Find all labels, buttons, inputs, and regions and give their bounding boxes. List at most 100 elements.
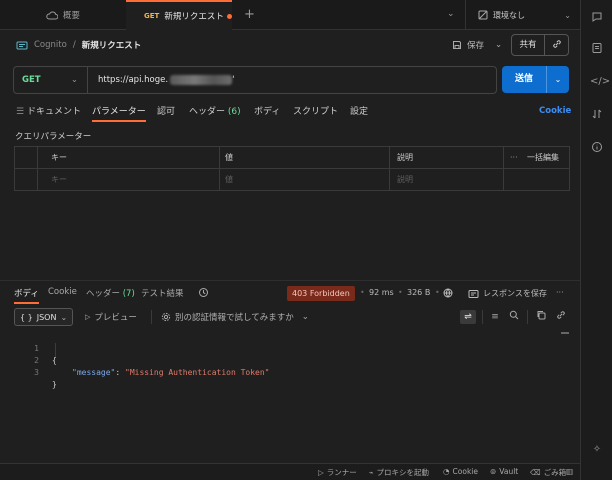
format-chevron-down-icon: ⌄ — [60, 312, 68, 322]
more-options-icon[interactable]: ··· — [510, 147, 518, 169]
bulk-edit-button[interactable]: 一括編集 — [527, 147, 559, 169]
param-key-input[interactable]: キー — [51, 169, 67, 191]
network-globe-icon[interactable] — [443, 288, 453, 300]
vault-button[interactable]: ⊚ Vault — [490, 467, 518, 476]
response-tab-body[interactable]: ボディ — [14, 287, 39, 304]
breadcrumb-request-name[interactable]: 新規リクエスト — [82, 39, 142, 51]
method-label: GET — [22, 75, 41, 85]
wrap-lines-icon[interactable]: ⇌ — [460, 310, 476, 324]
url-bar: GET ⌄ https://api.hoge. ' — [13, 66, 497, 94]
trash-icon: ⌫ — [530, 468, 541, 477]
response-more-icon[interactable]: ··· — [556, 288, 564, 297]
breadcrumb: Cognito / 新規リクエスト — [16, 37, 141, 53]
try-other-auth-label: 別の認証情報で試してみますか — [175, 313, 294, 323]
response-divider[interactable] — [0, 280, 580, 281]
tab-documentation[interactable]: ☰ ドキュメント — [16, 104, 81, 117]
save-button-label: 保存 — [467, 41, 485, 51]
breadcrumb-separator: / — [72, 40, 76, 50]
preview-button[interactable]: ▷ プレビュー — [85, 311, 137, 323]
response-time[interactable]: 92 ms — [369, 288, 394, 297]
tab-scripts[interactable]: スクリプト — [293, 104, 338, 117]
sync-icon[interactable] — [590, 108, 604, 122]
filter-icon[interactable]: ≡ — [488, 310, 502, 324]
tab-new-request[interactable]: GET 新規リクエスト — [126, 0, 232, 30]
code-text: } — [52, 380, 57, 389]
copy-link-icon[interactable] — [545, 39, 568, 52]
url-text-suffix: ' — [232, 75, 235, 85]
environment-selector[interactable]: 環境なし ⌄ — [465, 0, 577, 30]
try-other-auth-button[interactable]: 別の認証情報で試してみますか ⌄ — [161, 311, 309, 323]
tab-authorization-label: 認可 — [157, 107, 176, 117]
http-request-icon — [16, 41, 28, 49]
start-proxy-button[interactable]: ⌁ プロキシを起動 — [369, 467, 429, 478]
code-line: 1 { — [14, 331, 57, 365]
method-chevron-down-icon: ⌄ — [70, 75, 78, 85]
save-response-button[interactable]: レスポンスを保存 — [468, 288, 547, 299]
cookie-link[interactable]: Cookie — [539, 106, 571, 116]
response-size[interactable]: 326 B — [407, 288, 430, 297]
share-button[interactable]: 共有 — [512, 35, 545, 55]
documentation-icon[interactable] — [590, 42, 604, 56]
tab-headers-count: (6) — [227, 107, 241, 117]
response-tab-test-results[interactable]: テスト結果 — [141, 287, 184, 299]
col-description-header: 説明 — [397, 153, 413, 162]
tabs-chevron-down-icon[interactable]: ⌄ — [447, 9, 455, 19]
tab-headers[interactable]: ヘッダー (6) — [189, 104, 241, 117]
request-tabs: ☰ ドキュメント パラメーター 認可 ヘッダー (6) ボディ スクリプト 設定 — [16, 104, 516, 124]
response-format-select[interactable]: { } JSON ⌄ — [14, 308, 73, 326]
tab-params[interactable]: パラメーター — [92, 104, 146, 122]
tab-settings-label: 設定 — [350, 107, 369, 117]
param-description-input[interactable]: 説明 — [397, 169, 413, 191]
cookie-icon: ◔ — [443, 467, 450, 476]
tab-body[interactable]: ボディ — [254, 104, 280, 117]
trash-button[interactable]: ⌫ ごみ箱 — [530, 467, 566, 478]
copy-icon[interactable] — [534, 310, 548, 324]
status-bar: ▷ ランナー ⌁ プロキシを起動 ◔ Cookie ⊚ Vault ⌫ ごみ箱 … — [0, 463, 580, 480]
save-chevron-down-icon[interactable]: ⌄ — [495, 40, 502, 50]
right-sidebar: </> ✧ — [580, 0, 612, 480]
play-icon: ▷ — [85, 313, 91, 321]
breadcrumb-collection[interactable]: Cognito — [34, 40, 67, 50]
comments-icon[interactable] — [590, 11, 604, 25]
tab-settings[interactable]: 設定 — [350, 104, 368, 117]
runner-label: ランナー — [326, 468, 357, 477]
tab-overview[interactable]: 概要 — [46, 0, 80, 30]
response-tab-headers[interactable]: ヘッダー (7) — [86, 287, 135, 299]
response-tab-cookie[interactable]: Cookie — [48, 287, 77, 297]
settings-gear-icon — [161, 312, 171, 322]
save-icon — [453, 41, 461, 49]
json-colon: : — [115, 368, 125, 377]
code-icon[interactable]: </> — [590, 75, 610, 89]
editor-scrollbar[interactable] — [561, 332, 569, 334]
url-input[interactable]: https://api.hoge. ' — [88, 75, 234, 85]
runner-button[interactable]: ▷ ランナー — [318, 467, 357, 478]
method-select[interactable]: GET ⌄ — [14, 67, 88, 93]
tab-new-request-label: 新規リクエスト — [164, 12, 224, 22]
statusbar-cookie-button[interactable]: ◔ Cookie — [443, 467, 478, 476]
tab-authorization[interactable]: 認可 — [157, 104, 175, 117]
layout-icon[interactable]: ▥ — [566, 467, 573, 476]
new-tab-plus-icon[interactable]: + — [244, 8, 255, 21]
response-tab-body-label: ボディ — [14, 289, 39, 299]
response-link-icon[interactable] — [554, 310, 568, 324]
trash-label: ごみ箱 — [543, 468, 567, 477]
status-badge[interactable]: 403 Forbidden — [287, 286, 355, 301]
search-icon[interactable] — [507, 310, 521, 324]
code-text: "message": "Missing Authentication Token… — [72, 367, 270, 379]
save-button[interactable]: 保存 ⌄ — [452, 36, 502, 54]
param-value-input[interactable]: 値 — [225, 169, 233, 191]
send-button[interactable]: 送信 — [502, 66, 547, 93]
environment-chevron-down-icon: ⌄ — [564, 10, 571, 20]
vault-label: Vault — [499, 467, 519, 476]
tab-body-label: ボディ — [254, 107, 281, 117]
tab-headers-label: ヘッダー — [189, 107, 226, 117]
ai-assistant-icon[interactable]: ✧ — [590, 443, 604, 457]
no-environment-icon — [478, 10, 488, 20]
vault-icon: ⊚ — [490, 467, 497, 476]
history-icon[interactable] — [198, 287, 209, 301]
tab-documentation-label: ドキュメント — [26, 107, 81, 117]
preview-label: プレビュー — [94, 313, 137, 323]
info-icon[interactable] — [590, 141, 604, 155]
toolbar-separator — [151, 310, 152, 324]
send-chevron-down-icon[interactable]: ⌄ — [547, 75, 569, 84]
